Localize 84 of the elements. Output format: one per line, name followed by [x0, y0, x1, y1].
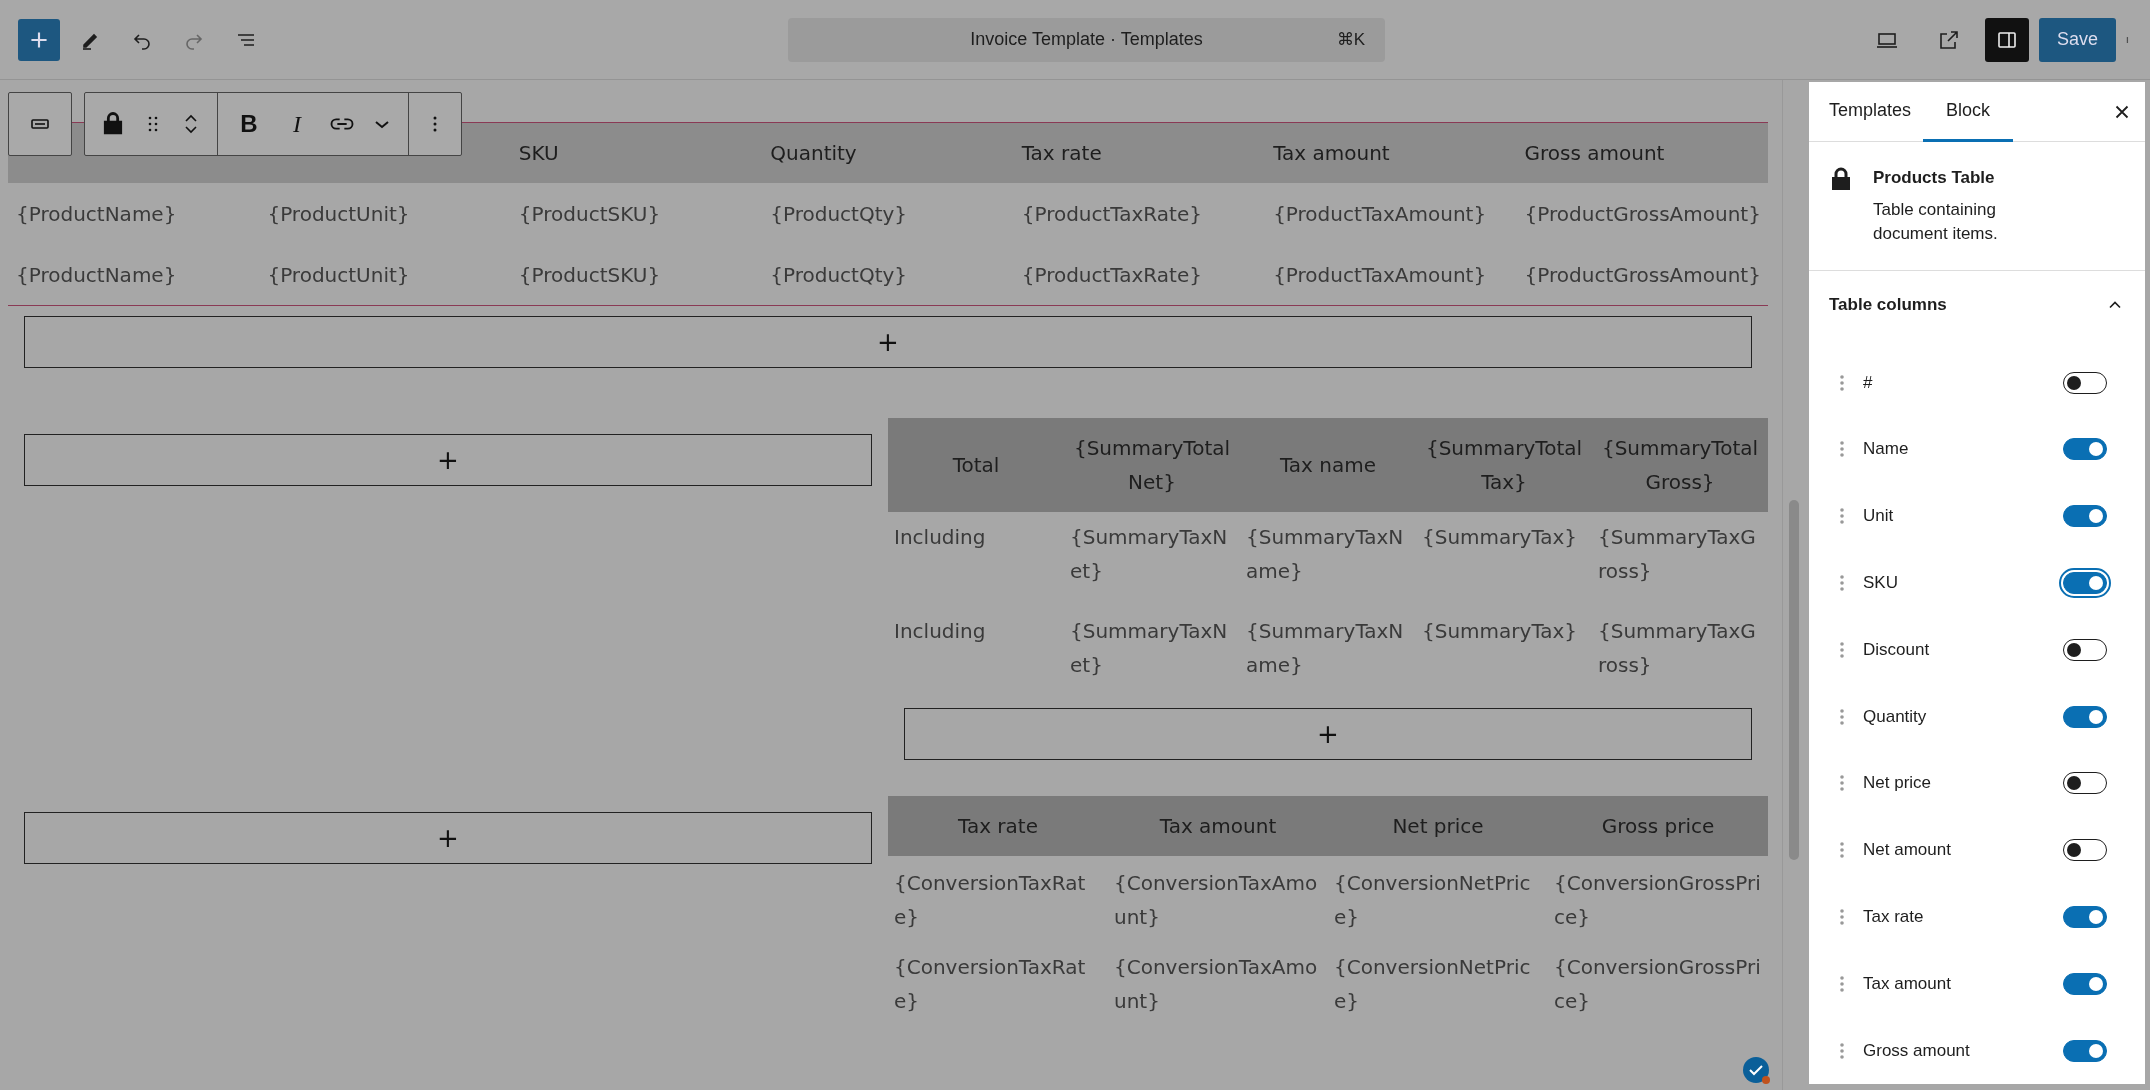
column-header: Net price	[1391, 814, 1485, 838]
column-header: Tax name	[1278, 452, 1378, 479]
add-block-button[interactable]: +	[24, 434, 872, 486]
column-label: Tax amount	[1863, 973, 1952, 994]
command-palette[interactable]: Invoice Template · Templates ⌘K	[788, 17, 1385, 62]
table-cell-text: {ProductName}	[15, 201, 178, 226]
table-cell-text: {SummaryTax}	[1421, 618, 1579, 645]
toggle-switch[interactable]	[2063, 438, 2107, 461]
table-cell-text: {ConversionGrossPrice}	[1553, 870, 1762, 931]
table-cell-text: {SummaryTaxNet}	[1069, 618, 1229, 679]
add-block-button[interactable]: +	[24, 812, 872, 864]
column-header: Gross amount	[1523, 141, 1666, 165]
column-header: Tax rate	[957, 814, 1039, 838]
table-cell-text: {SummaryTaxNet}	[1069, 524, 1229, 585]
sidebar-tab[interactable]: Block	[1923, 82, 2014, 143]
table-cell-text: {ConversionNetPrice}	[1333, 870, 1532, 931]
table-cell-text: {ProductGrossAmount}	[1523, 262, 1762, 287]
block-title: Products Table	[1873, 168, 1996, 189]
column-label: #	[1863, 372, 1874, 393]
toggle-switch[interactable]	[2063, 906, 2107, 928]
column-label: Net amount	[1863, 840, 1952, 861]
table-cell-text: {ProductUnit}	[266, 262, 411, 287]
column-label: Unit	[1863, 506, 1895, 527]
check-badge-icon[interactable]	[1742, 1056, 1772, 1086]
column-label: Net price	[1863, 773, 1933, 794]
table-cell-text: {SummaryTax}	[1421, 524, 1579, 551]
table-cell-text: {ProductSKU}	[517, 201, 662, 226]
sidebar-tab[interactable]: Templates	[1817, 82, 1924, 143]
table-cell-text: {ProductQty}	[769, 262, 909, 287]
column-label: Gross amount	[1863, 1040, 1971, 1061]
table-cell-text: Including	[893, 524, 987, 551]
table-cell-text: {ProductTaxRate}	[1020, 201, 1203, 226]
column-header: Quantity	[769, 141, 858, 165]
scrollbar-thumb[interactable]	[1789, 500, 1799, 860]
column-label: Quantity	[1863, 706, 1928, 727]
table-cell-text: {ConversionNetPrice}	[1333, 954, 1532, 1015]
table-cell-text: {ProductTaxAmount}	[1272, 262, 1488, 287]
table-cell-text: {SummaryTaxName}	[1245, 618, 1405, 679]
add-block-button[interactable]: +	[904, 708, 1752, 760]
toggle-switch[interactable]	[2063, 505, 2107, 528]
bold-button[interactable]: B	[232, 110, 266, 138]
column-header: Tax amount	[1272, 141, 1391, 165]
table-cell-text: {ProductGrossAmount}	[1523, 201, 1762, 226]
toggle-switch[interactable]	[2063, 705, 2107, 728]
column-label: Name	[1863, 439, 1910, 460]
column-header: {SummaryTotalTax}	[1424, 435, 1584, 496]
block-description: Table containing document items.	[1873, 199, 1999, 246]
table-cell-text: {ProductTaxRate}	[1020, 262, 1203, 287]
table-cell-text: {ConversionTaxRate}	[893, 954, 1087, 1015]
table-cell-text: {ConversionTaxRate}	[893, 870, 1087, 931]
toggle-switch[interactable]	[2063, 772, 2107, 795]
toggle-switch[interactable]	[2063, 839, 2107, 862]
italic-button[interactable]: I	[280, 110, 314, 138]
save-button[interactable]: Save	[2038, 17, 2116, 62]
add-block-button[interactable]: +	[24, 316, 1752, 368]
column-header: Tax rate	[1020, 141, 1103, 165]
table-cell-text: {ProductSKU}	[517, 262, 662, 287]
table-cell-text: {ProductTaxAmount}	[1272, 201, 1488, 226]
table-cell-text: {ProductQty}	[769, 201, 909, 226]
column-header: {SummaryTotalNet}	[1072, 435, 1232, 496]
table-cell-text: {SummaryTaxName}	[1245, 524, 1405, 585]
toggle-switch[interactable]	[2063, 1039, 2107, 1062]
column-label: Discount	[1863, 639, 1931, 660]
table-cell-text: {ProductUnit}	[266, 201, 411, 226]
table-cell-text: {ProductName}	[15, 262, 178, 287]
toggle-switch[interactable]	[2063, 371, 2107, 394]
table-cell-text: {ConversionTaxAmount}	[1113, 954, 1319, 1015]
toggle-switch[interactable]	[2063, 972, 2107, 995]
table-cell-text: {ConversionGrossPrice}	[1553, 954, 1762, 1015]
table-cell-text: {SummaryTaxGross}	[1597, 524, 1757, 585]
table-cell-text: {SummaryTaxGross}	[1597, 618, 1757, 679]
toggle-switch[interactable]	[2063, 638, 2107, 661]
column-header: {SummaryTotalGross}	[1600, 435, 1760, 496]
table-cell-text: {ConversionTaxAmount}	[1113, 870, 1319, 931]
column-header: Gross price	[1600, 814, 1716, 838]
shortcut-hint: ⌘K	[1336, 29, 1365, 50]
column-header: Total	[951, 452, 1001, 479]
column-header: Tax amount	[1158, 814, 1278, 838]
panel-title[interactable]: Table columns	[1829, 295, 1947, 316]
table-cell-text: Including	[893, 618, 987, 645]
column-label: SKU	[1863, 573, 1899, 593]
add-block-toggle[interactable]	[18, 18, 60, 61]
column-label: Tax rate	[1863, 907, 1925, 927]
column-header: SKU	[517, 141, 560, 165]
